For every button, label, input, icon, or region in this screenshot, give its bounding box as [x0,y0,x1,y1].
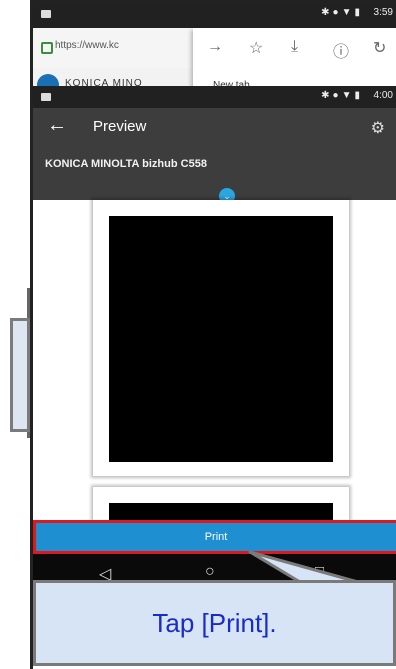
print-button[interactable]: Print [33,520,396,554]
side-tab [10,318,30,432]
status-time: 4:00 [373,90,393,101]
printer-settings-icon[interactable]: ⚙ [371,118,385,138]
page-content [109,216,333,462]
arrow-right-icon[interactable]: → [207,38,223,56]
nav-home-icon[interactable]: ○ [205,563,215,581]
lock-icon [41,42,53,54]
system-status-icons: ✱●▼▮ [321,7,363,18]
page-title: Preview [93,118,147,135]
download-icon[interactable]: ⤓ [291,38,298,56]
instruction-callout: Tap [Print]. [33,580,396,666]
background-browser-screen: ✱●▼▮ 3:59 https://www.kc KONICA MINO → ☆… [30,0,396,100]
star-icon[interactable]: ☆ [249,38,263,58]
app-bar: ← Preview ⚙ KONICA MINOLTA bizhub C558 ⌄ [33,108,396,204]
url-text: https://www.kc [55,40,119,51]
system-status-icons: ✱●▼▮ [321,90,363,101]
status-bar: ✱●▼▮ 4:00 [33,86,396,108]
url-field[interactable]: https://www.kc [41,40,181,58]
preview-page[interactable] [93,200,349,476]
status-bar: ✱●▼▮ 3:59 [33,2,396,28]
back-arrow-icon[interactable]: ← [47,114,67,137]
info-icon[interactable]: ⓘ [333,38,349,62]
nav-recent-icon[interactable]: □ [315,563,324,580]
printer-name: KONICA MINOLTA bizhub C558 [45,158,207,170]
refresh-icon[interactable]: ↻ [373,38,386,58]
callout-text: Tap [Print]. [152,607,277,638]
preview-area [33,200,396,527]
status-time: 3:59 [373,7,393,18]
notification-icon [41,10,51,18]
notification-icon [41,93,51,101]
